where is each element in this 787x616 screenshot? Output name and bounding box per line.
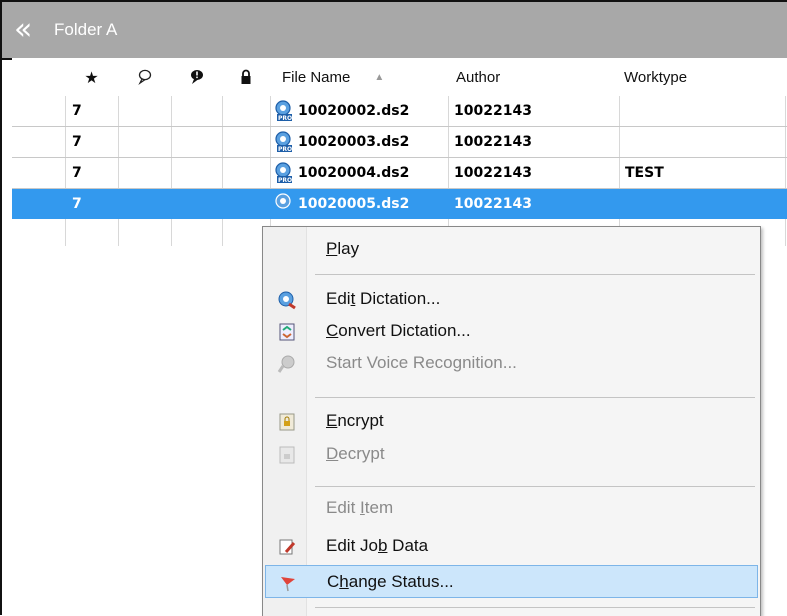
menu-separator [315, 607, 755, 608]
ds2-pro-file-icon [274, 193, 294, 215]
priority-cell: 7 [72, 134, 82, 150]
filename-text: 10020003.ds2 [298, 134, 410, 150]
decrypt-icon [279, 446, 295, 464]
table-row[interactable]: 7 PRO 10020003.ds2 10022143 [12, 127, 787, 158]
menu-item-edit-item[interactable]: Edit Item [265, 492, 758, 524]
ds2-pro-file-icon: PRO [274, 162, 294, 184]
menu-separator [315, 486, 755, 487]
menu-separator [315, 397, 755, 398]
col-header-star[interactable]: ★ [65, 58, 118, 96]
menu-item-edit-job-data[interactable]: Edit Job Data [265, 530, 758, 562]
menu-item-edit-dictation[interactable]: Edit Dictation... [265, 283, 758, 315]
priority-cell: 7 [72, 196, 82, 212]
context-menu: Play Edit Dictation... Convert Dictation… [262, 226, 761, 616]
filename-cell: PRO 10020003.ds2 [274, 127, 409, 157]
col-header-worktype[interactable]: Worktype [624, 58, 785, 96]
voice-recognition-icon [277, 355, 295, 373]
col-header-lock[interactable] [222, 58, 270, 96]
col-header-note[interactable] [171, 58, 222, 96]
priority-cell: 7 [72, 103, 82, 119]
svg-text:PRO: PRO [278, 115, 292, 122]
lock-icon [241, 69, 251, 84]
menu-separator [315, 274, 755, 275]
menu-item-start-voice-recognition[interactable]: Start Voice Recognition... [265, 347, 758, 379]
col-header-worktype-label: Worktype [624, 68, 688, 86]
edit-job-data-icon [279, 539, 296, 555]
author-cell: 10022143 [454, 134, 532, 150]
encrypt-icon [279, 413, 295, 431]
author-cell: 10022143 [454, 103, 532, 119]
col-header-author-label: Author [456, 68, 501, 86]
table-row[interactable]: 7 PRO 10020004.ds2 10022143 TEST [12, 158, 787, 189]
comment-icon [137, 69, 151, 85]
filename-cell: 10020005.ds2 [274, 189, 409, 219]
filename-text: 10020002.ds2 [298, 103, 410, 119]
folder-title: Folder A [54, 20, 118, 39]
filename-text: 10020004.ds2 [298, 165, 410, 181]
priority-cell: 7 [72, 165, 82, 181]
menu-item-convert-dictation[interactable]: Convert Dictation... [265, 315, 758, 347]
col-header-filename-label: File Name [282, 68, 351, 86]
convert-icon [279, 323, 295, 341]
table-row[interactable]: 7 PRO 10020002.ds2 10022143 [12, 96, 787, 127]
sort-ascending-icon: ▲ [374, 71, 385, 83]
ds2-pro-file-icon: PRO [274, 131, 294, 153]
menu-item-change-status[interactable]: Change Status... [265, 565, 758, 598]
author-cell: 10022143 [454, 165, 532, 181]
filename-text: 10020005.ds2 [298, 196, 410, 212]
col-header-filename[interactable]: File Name ▲ [282, 58, 448, 96]
author-cell: 10022143 [454, 196, 532, 212]
menu-item-decrypt[interactable]: Decrypt [265, 438, 758, 470]
ds2-pro-file-icon: PRO [274, 100, 294, 122]
menu-item-play[interactable]: Play [265, 233, 758, 265]
edit-dictation-icon [278, 291, 296, 310]
star-icon: ★ [84, 67, 99, 87]
note-bubble-icon [190, 70, 203, 84]
svg-text:PRO: PRO [278, 177, 292, 184]
collapse-chevron-icon[interactable]: « [14, 15, 48, 45]
folder-header: « Folder A [2, 2, 787, 60]
menu-item-encrypt[interactable]: Encrypt [265, 405, 758, 437]
table-row-selected[interactable]: 7 10020005.ds2 10022143 [12, 189, 787, 219]
worktype-cell: TEST [625, 165, 664, 181]
filename-cell: PRO 10020002.ds2 [274, 96, 409, 126]
filename-cell: PRO 10020004.ds2 [274, 158, 409, 188]
status-flag-icon [281, 577, 295, 592]
column-header-row: ★ File Name ▲ Author Worktype [12, 58, 787, 96]
col-header-comment[interactable] [118, 58, 171, 96]
col-header-author[interactable]: Author [456, 58, 619, 96]
svg-text:PRO: PRO [278, 146, 292, 153]
